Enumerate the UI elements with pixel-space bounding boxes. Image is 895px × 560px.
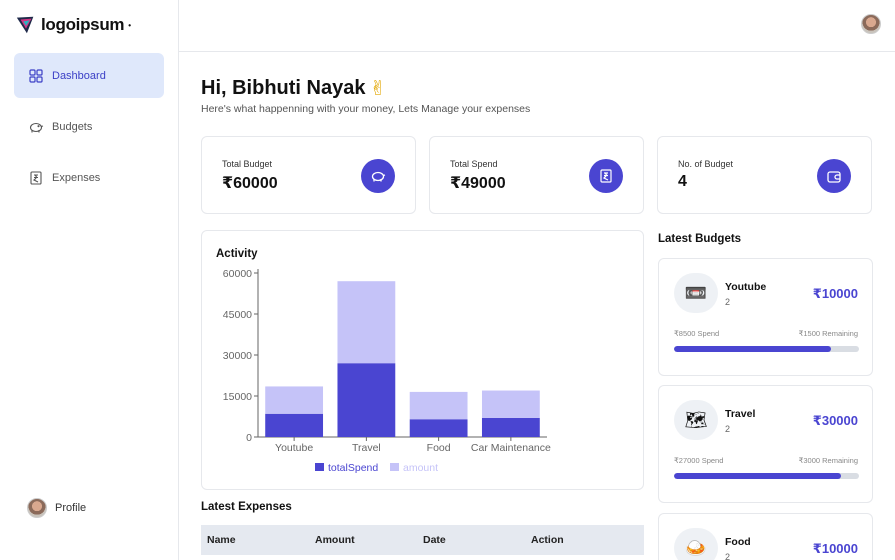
stat-value: 4 [678,173,687,190]
budget-amount: ₹10000 [812,286,858,301]
budget-progress-fill [674,473,841,479]
x-tick-label: Car Maintenance [471,442,551,454]
budget-item-count: 2 [725,552,731,560]
y-tick-label: 45000 [223,309,252,321]
expenses-table-header: Name Amount Date Action [201,525,644,555]
receipt-icon [589,159,623,193]
budget-card-food[interactable]: 🍛 Food 2 ₹10000 [658,513,873,560]
page-subtitle: Here's what happenning with your money, … [201,103,531,115]
budget-amount: ₹30000 [812,413,858,428]
activity-chart: 0 15000 30000 45000 60000 Youtube Travel Food Ca… [223,268,551,474]
x-tick-label: Food [427,442,451,454]
greeting-text: Hi, Bibhuti Nayak [201,77,366,99]
sidebar-item-label: Expenses [52,171,101,184]
victory-hand-icon: ✌ [369,78,387,100]
legend-label: totalSpend [328,462,378,474]
sidebar: logoipsum • Dashboard Budgets Expenses P… [0,0,179,560]
piggy-bank-icon [28,119,44,135]
budget-name: Travel [725,408,756,420]
page-title: Hi, Bibhuti Nayak ✌ [201,76,386,101]
y-tick-label: 30000 [223,350,252,362]
app-root: logoipsum • Dashboard Budgets Expenses P… [0,0,895,560]
column-header-amount[interactable]: Amount [315,534,355,546]
sidebar-item-label: Dashboard [52,69,106,82]
x-tick-label: Youtube [275,442,313,454]
budget-remaining: ₹1500 Remaining [798,329,858,338]
sidebar-item-label: Budgets [52,120,93,133]
bar-totalSpend [481,417,540,437]
legend-swatch [390,463,399,471]
stat-card-total-spend: Total Spend ₹49000 [429,136,644,214]
x-tick-label: Travel [352,442,381,454]
y-tick-label: 0 [246,432,252,444]
logo-icon [16,16,34,34]
user-avatar[interactable] [861,14,881,34]
sidebar-item-dashboard[interactable]: Dashboard [14,53,164,98]
budget-card-youtube[interactable]: 📼 Youtube 2 ₹10000 ₹8500 Spend ₹1500 Rem… [658,258,873,376]
sidebar-item-budgets[interactable]: Budgets [14,104,164,149]
budget-item-count: 2 [725,297,731,307]
logo[interactable]: logoipsum • [15,14,131,36]
curry-icon: 🍛 [674,528,718,560]
latest-expenses-title: Latest Expenses [201,501,292,513]
topbar [179,0,895,52]
y-tick-label: 15000 [223,391,252,403]
logo-text: logoipsum [41,15,125,34]
receipt-icon [28,170,44,186]
bar-totalSpend [337,363,396,437]
budget-progress-bar [674,346,859,352]
wallet-icon [817,159,851,193]
map-icon: 🗺 [674,400,718,440]
latest-budgets-title: Latest Budgets [658,233,742,245]
budget-progress-bar [674,473,859,479]
budget-name: Youtube [725,281,767,293]
bar-amount [409,391,468,420]
bar-totalSpend [409,419,468,437]
sidebar-item-expenses[interactable]: Expenses [14,155,164,200]
y-tick-label: 60000 [223,268,252,280]
profile-label: Profile [55,502,87,514]
stat-label: No. of Budget [678,159,734,169]
column-header-action[interactable]: Action [531,534,564,546]
budget-spend: ₹8500 Spend [674,329,720,338]
piggy-bank-icon [361,159,395,193]
legend-swatch [315,463,324,471]
budget-name: Food [725,536,751,548]
budget-progress-fill [674,346,832,352]
budget-spend: ₹27000 Spend [674,456,724,465]
videotape-icon: 📼 [674,273,718,313]
stat-value: ₹49000 [450,175,506,192]
bar-amount [337,281,396,364]
budget-card-travel[interactable]: 🗺 Travel 2 ₹30000 ₹27000 Spend ₹3000 Rem… [658,385,873,503]
stat-label: Total Budget [222,159,273,169]
bar-totalSpend [265,413,324,437]
stat-card-budget-count: No. of Budget 4 [657,136,872,214]
stat-card-total-budget: Total Budget ₹60000 [201,136,416,214]
grid-icon [28,68,44,84]
column-header-name[interactable]: Name [207,534,236,546]
stat-label: Total Spend [450,159,498,169]
budget-item-count: 2 [725,424,731,434]
legend-label: amount [403,462,438,474]
stat-value: ₹60000 [222,175,278,192]
budget-remaining: ₹3000 Remaining [798,456,858,465]
bar-amount [481,390,540,418]
budget-amount: ₹10000 [812,541,858,556]
activity-card: Activity 0 15000 30000 45000 60000 Youtube Tra… [201,230,644,490]
profile-link[interactable]: Profile [27,498,86,518]
bar-amount [265,386,324,414]
column-header-date[interactable]: Date [423,534,446,546]
avatar [27,498,47,518]
